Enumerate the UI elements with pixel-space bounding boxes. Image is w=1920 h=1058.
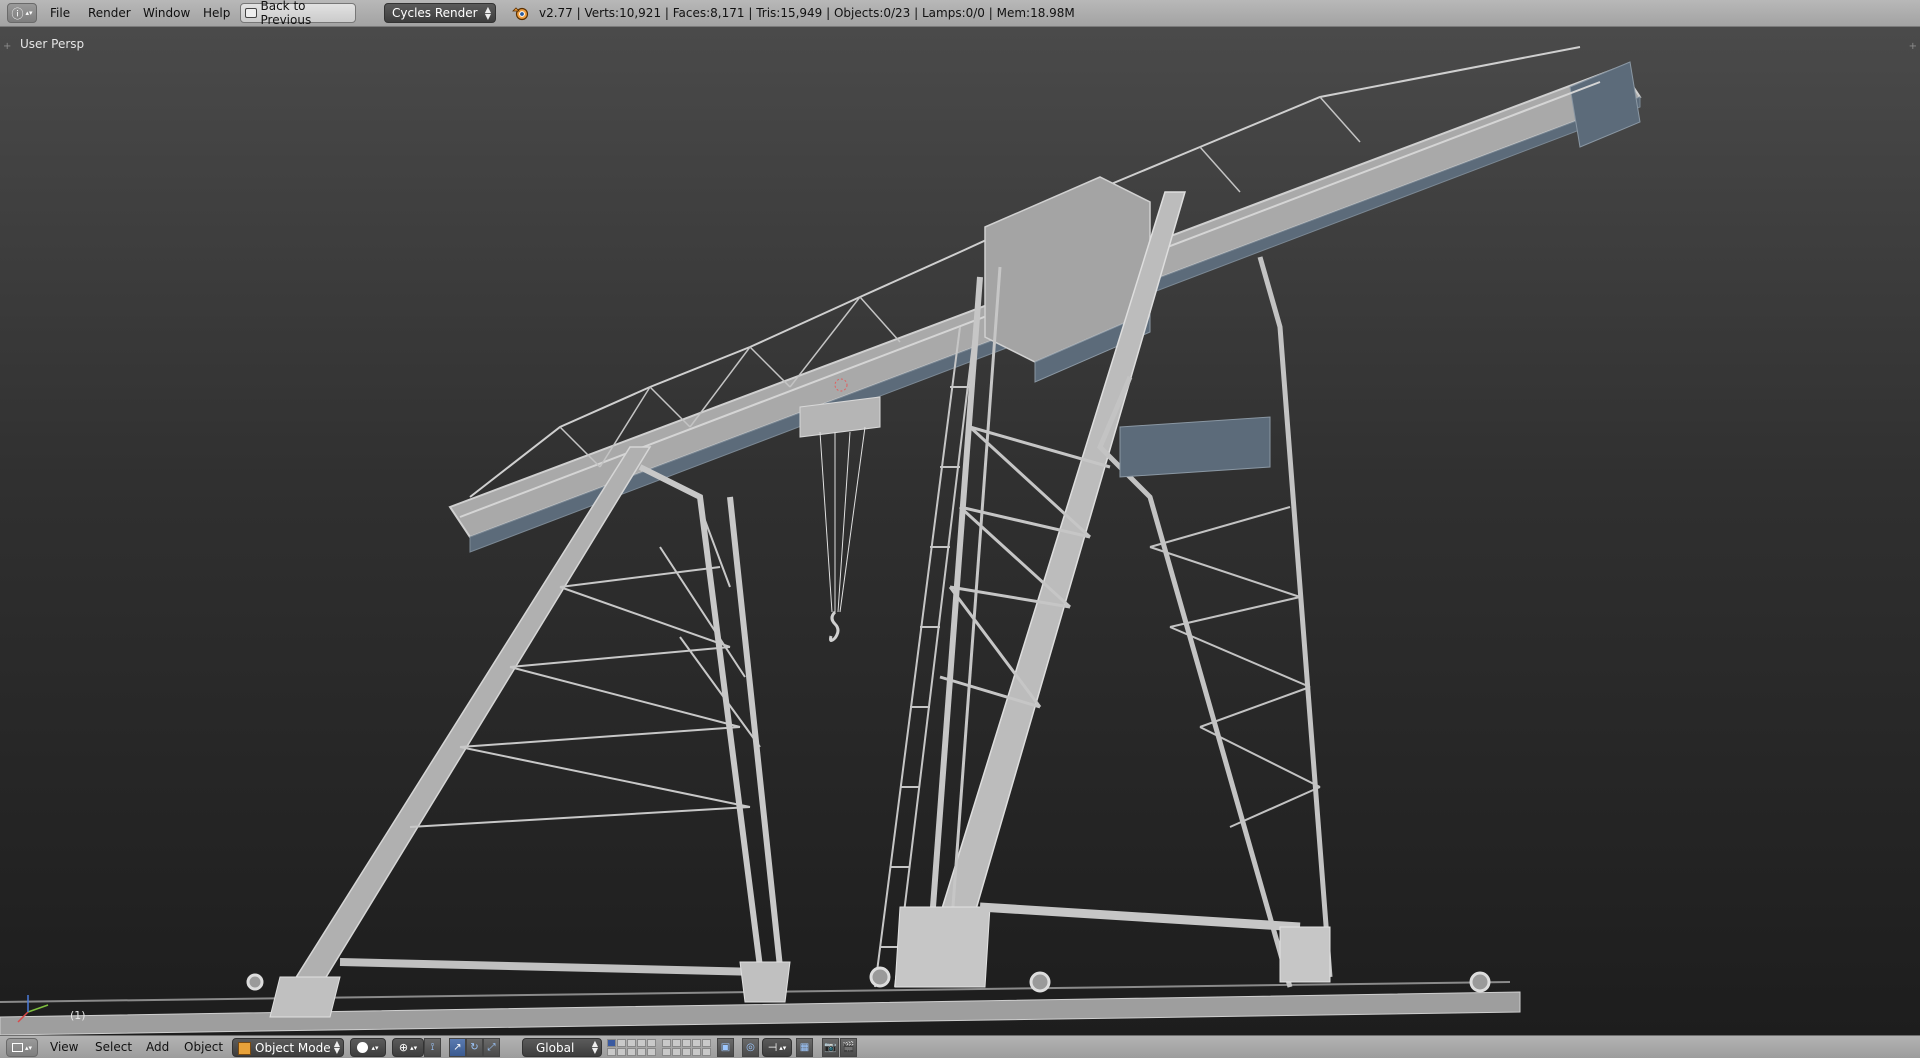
menu-view[interactable]: View [50, 1040, 78, 1054]
viewport-shading-select[interactable]: ▴▾ [350, 1038, 386, 1057]
translate-toggle[interactable]: ↗ [449, 1038, 466, 1057]
menu-file[interactable]: File [50, 6, 70, 20]
editor-type-button[interactable]: ▴▾ [6, 1038, 38, 1057]
manipulator-icon: ⟟ [430, 1042, 435, 1053]
object-mode-icon [238, 1042, 251, 1055]
chevron-updown-icon: ▲ ▼ [484, 5, 491, 21]
snap-target-button[interactable]: ▦ [796, 1038, 813, 1057]
scale-icon: ⤢ [487, 1042, 496, 1053]
interaction-mode-select[interactable]: Object Mode ▲ ▼ [232, 1038, 344, 1057]
chevron-updown-icon: ▲ ▼ [591, 1039, 598, 1055]
transform-orientation-label: Global [536, 1040, 575, 1055]
chevron-updown-icon: ▴▾ [25, 9, 33, 17]
layers-grid-right[interactable] [662, 1039, 711, 1056]
render-still-button[interactable]: 📷 [822, 1038, 839, 1057]
gantry-crane-model [0, 46, 1642, 1035]
screen-back-icon [245, 8, 257, 18]
left-bogie [269, 976, 341, 1018]
rotate-toggle[interactable]: ↻ [466, 1038, 483, 1057]
chevron-updown-icon: ▲ ▼ [333, 1039, 340, 1055]
proportional-edit-button[interactable]: ◎ [742, 1038, 759, 1057]
back-to-previous-button[interactable]: Back to Previous [240, 0, 356, 27]
editor-type-button[interactable]: ⓘ ▴▾ [7, 3, 37, 23]
right-bogie [894, 906, 991, 988]
3d-viewport[interactable]: User Persp + + (1) [0, 27, 1920, 1035]
menu-render[interactable]: Render [88, 6, 131, 20]
girder-end-cap [1569, 61, 1641, 148]
translate-icon: ↗ [453, 1042, 462, 1053]
render-animation-button[interactable]: 🎬 [840, 1038, 857, 1057]
rotate-icon: ↻ [470, 1042, 479, 1053]
platform [1119, 416, 1271, 478]
info-icon: ⓘ [11, 6, 24, 21]
chevron-updown-icon: ▴▾ [24, 1043, 33, 1052]
layers-grid-left[interactable] [607, 1039, 656, 1056]
render-anim-icon: 🎬 [842, 1042, 855, 1053]
3d-view-header: ▴▾ View Select Add Object Object Mode ▲ ▼… [0, 1035, 1920, 1058]
menu-select[interactable]: Select [95, 1040, 132, 1054]
back-to-previous-label: Back to Previous [260, 0, 312, 27]
scale-toggle[interactable]: ⤢ [483, 1038, 500, 1057]
render-still-icon: 📷 [824, 1042, 837, 1053]
3d-view-icon [11, 1043, 23, 1052]
viewport-shading-icon [357, 1042, 369, 1053]
blender-logo-icon [512, 7, 529, 21]
pivot-point-icon: ⊕ [398, 1041, 409, 1054]
crane-hook [829, 610, 840, 643]
lock-layers-icon: ▣ [720, 1042, 731, 1053]
menu-window[interactable]: Window [143, 6, 190, 20]
transform-orientation-select[interactable]: Global ▲ ▼ [522, 1038, 602, 1057]
current-frame-label: (1) [70, 1009, 86, 1022]
lock-layers-button[interactable]: ▣ [717, 1038, 734, 1057]
snap-icon: ⊣ [767, 1041, 778, 1054]
render-engine-select[interactable]: Cycles Render ▲ ▼ [384, 3, 496, 23]
scene-stats: v2.77 | Verts:10,921 | Faces:8,171 | Tri… [539, 6, 1075, 20]
menu-add[interactable]: Add [146, 1040, 169, 1054]
menu-help[interactable]: Help [203, 6, 230, 20]
menu-object[interactable]: Object [184, 1040, 223, 1054]
interaction-mode-label: Object Mode [255, 1040, 331, 1055]
axis-gizmo-icon [17, 995, 49, 1023]
manipulator-toggle[interactable]: ⟟ [424, 1038, 441, 1057]
snap-target-icon: ▦ [799, 1042, 810, 1053]
pivot-point-select[interactable]: ⊕ ▴▾ [392, 1038, 424, 1057]
render-engine-label: Cycles Render [392, 6, 478, 20]
proportional-edit-icon: ◎ [746, 1042, 755, 1053]
snap-element-select[interactable]: ⊣ ▴▾ [762, 1038, 792, 1057]
info-header: ⓘ ▴▾ File Render Window Help Back to Prev… [0, 0, 1920, 27]
